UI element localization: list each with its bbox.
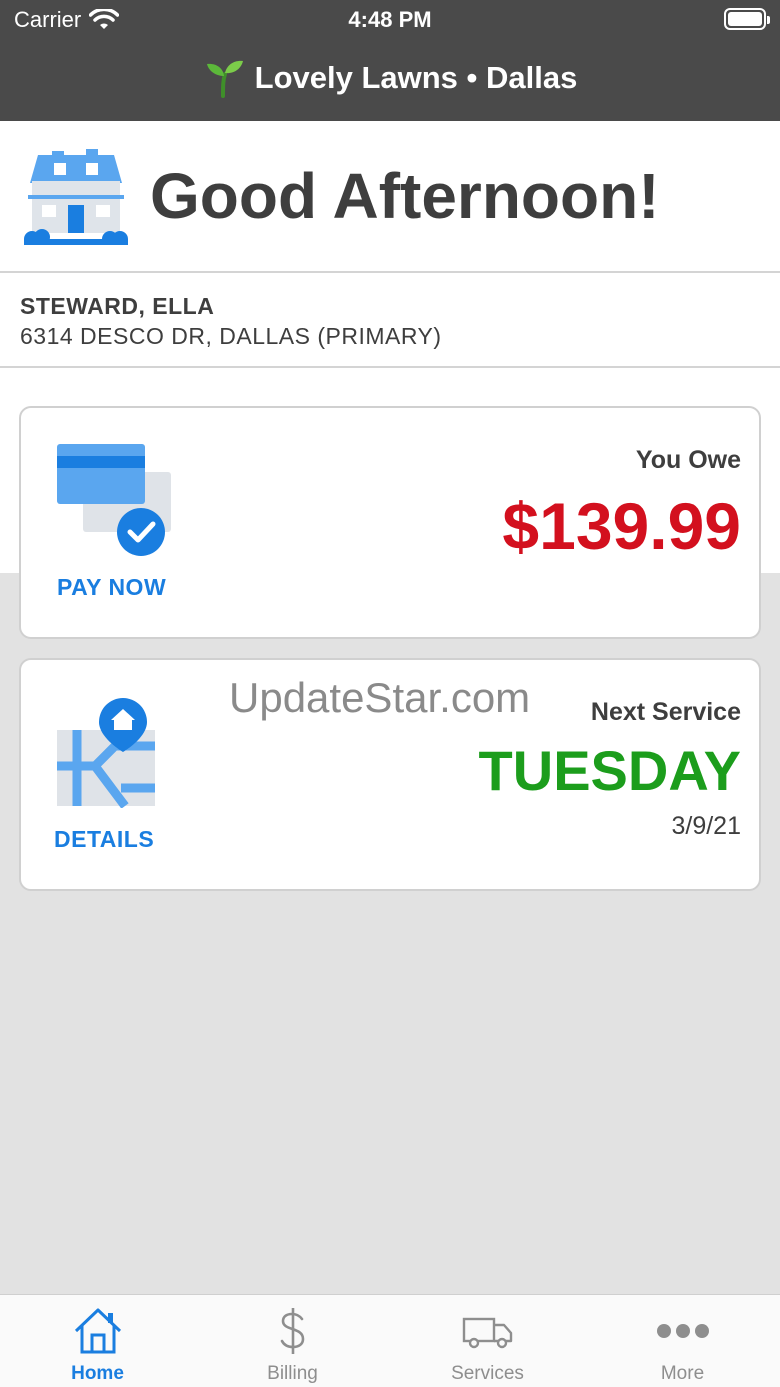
balance-card[interactable]: PAY NOW You Owe $139.99: [19, 406, 761, 639]
house-icon: [24, 149, 128, 245]
account-address: 6314 DESCO DR, DALLAS (PRIMARY): [20, 323, 442, 349]
app-screen: Carrier 4:48 PM Lovely Lawns • Dallas Go…: [0, 0, 780, 1387]
greeting-section: Good Afternoon!: [0, 121, 780, 273]
nav-title-text: Lovely Lawns • Dallas: [254, 60, 578, 95]
account-section[interactable]: STEWARD, ELLA 6314 DESCO DR, DALLAS (PRI…: [0, 273, 780, 368]
tab-billing[interactable]: Billing: [195, 1295, 390, 1387]
amount-due: $139.99: [502, 489, 741, 563]
tab-services[interactable]: Services: [390, 1295, 585, 1387]
truck-icon: [462, 1317, 512, 1349]
sprout-icon: [206, 60, 243, 98]
dollar-icon: [280, 1308, 304, 1354]
tab-more[interactable]: More: [585, 1295, 780, 1387]
tab-bar: Home Billing Services More: [0, 1294, 780, 1387]
top-bar: Carrier 4:48 PM Lovely Lawns • Dallas: [0, 0, 780, 121]
tab-billing-label: Billing: [267, 1363, 318, 1384]
tab-services-label: Services: [451, 1363, 524, 1384]
tab-more-label: More: [660, 1363, 705, 1384]
you-owe-label: You Owe: [635, 446, 741, 474]
nav-title: Lovely Lawns • Dallas: [0, 58, 780, 98]
next-service-date: 3/9/21: [671, 812, 741, 840]
greeting-text: Good Afternoon!: [150, 160, 660, 232]
more-dots-icon: [656, 1324, 709, 1338]
tab-home-label: Home: [71, 1363, 124, 1384]
pay-now-button[interactable]: PAY NOW: [57, 574, 166, 601]
battery-icon: [724, 8, 770, 30]
home-icon: [74, 1308, 121, 1354]
clock: 4:48 PM: [348, 7, 432, 32]
tab-home[interactable]: Home: [0, 1295, 195, 1387]
credit-card-check-icon: [57, 444, 171, 556]
details-button[interactable]: DETAILS: [54, 826, 154, 853]
next-service-label: Next Service: [590, 698, 741, 726]
next-service-card[interactable]: UpdateStar.com DETAILS Next Service TUES…: [19, 658, 761, 891]
map-pin-icon: [57, 698, 155, 808]
watermark-text: UpdateStar.com: [229, 674, 531, 721]
next-service-day: TUESDAY: [478, 739, 741, 802]
account-name: STEWARD, ELLA: [20, 293, 215, 319]
status-bar: Carrier 4:48 PM: [0, 0, 780, 40]
